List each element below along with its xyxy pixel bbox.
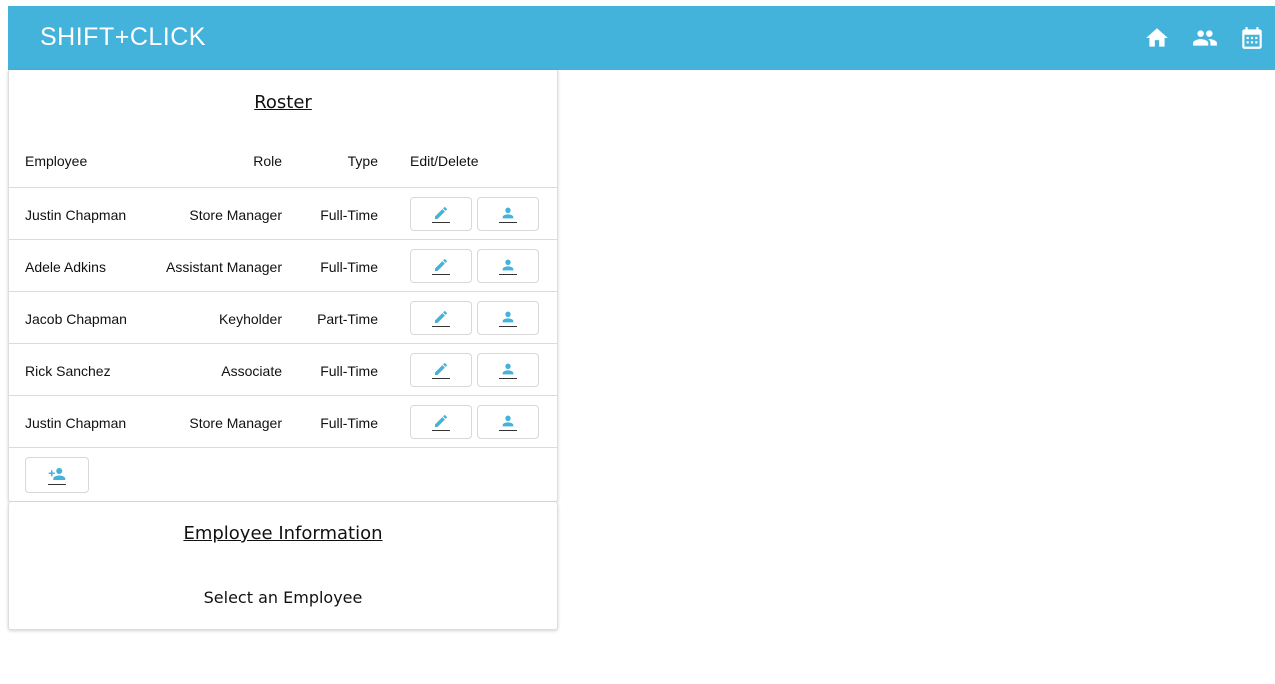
roster-title: Roster — [254, 92, 312, 113]
edit-button[interactable] — [410, 405, 472, 439]
top-app-bar: SHIFT+CLICK — [8, 6, 1275, 70]
edit-button[interactable] — [410, 301, 472, 335]
person-icon — [499, 361, 517, 379]
roster-card: Roster Employee Role Type Edit/Delete Ju… — [8, 70, 558, 502]
calendar-icon[interactable] — [1239, 25, 1265, 51]
person-icon — [499, 205, 517, 223]
person-icon — [499, 309, 517, 327]
home-icon[interactable] — [1144, 25, 1170, 51]
pencil-icon — [432, 413, 450, 431]
cell-employee[interactable]: Justin Chapman — [25, 415, 126, 431]
edit-button[interactable] — [410, 197, 472, 231]
delete-button[interactable] — [477, 301, 539, 335]
pencil-icon — [432, 309, 450, 327]
cell-type: Full-Time — [320, 259, 378, 275]
cell-type: Full-Time — [320, 363, 378, 379]
edit-button[interactable] — [410, 249, 472, 283]
pencil-icon — [432, 361, 450, 379]
edit-button[interactable] — [410, 353, 472, 387]
brand-title[interactable]: SHIFT+CLICK — [40, 23, 206, 52]
cell-type: Part-Time — [317, 311, 378, 327]
employee-info-card: Employee Information Select an Employee — [8, 502, 558, 630]
delete-button[interactable] — [477, 197, 539, 231]
header-employee: Employee — [25, 153, 88, 169]
delete-button[interactable] — [477, 405, 539, 439]
person-add-icon — [47, 465, 67, 485]
delete-button[interactable] — [477, 353, 539, 387]
cell-employee[interactable]: Justin Chapman — [25, 207, 126, 223]
cell-employee[interactable]: Adele Adkins — [25, 259, 106, 275]
people-icon[interactable] — [1192, 25, 1218, 51]
row-divider — [9, 343, 557, 344]
cell-employee[interactable]: Rick Sanchez — [25, 363, 111, 379]
person-icon — [499, 257, 517, 275]
cell-employee[interactable]: Jacob Chapman — [25, 311, 127, 327]
row-divider — [9, 291, 557, 292]
person-icon — [499, 413, 517, 431]
header-edit-delete: Edit/Delete — [410, 153, 479, 169]
header-role: Role — [253, 153, 282, 169]
row-divider — [9, 187, 557, 188]
pencil-icon — [432, 257, 450, 275]
add-employee-button[interactable] — [25, 457, 89, 493]
cell-type: Full-Time — [320, 207, 378, 223]
pencil-icon — [432, 205, 450, 223]
header-type: Type — [347, 153, 378, 169]
delete-button[interactable] — [477, 249, 539, 283]
employee-info-title: Employee Information — [183, 523, 383, 544]
row-divider — [9, 395, 557, 396]
row-divider — [9, 239, 557, 240]
cell-role: Associate — [221, 363, 282, 379]
row-divider — [9, 447, 557, 448]
cell-type: Full-Time — [320, 415, 378, 431]
select-employee-message: Select an Employee — [203, 588, 363, 607]
cell-role: Keyholder — [218, 311, 282, 327]
cell-role: Store Manager — [189, 207, 282, 223]
cell-role: Store Manager — [189, 415, 282, 431]
cell-role: Assistant Manager — [166, 259, 282, 275]
